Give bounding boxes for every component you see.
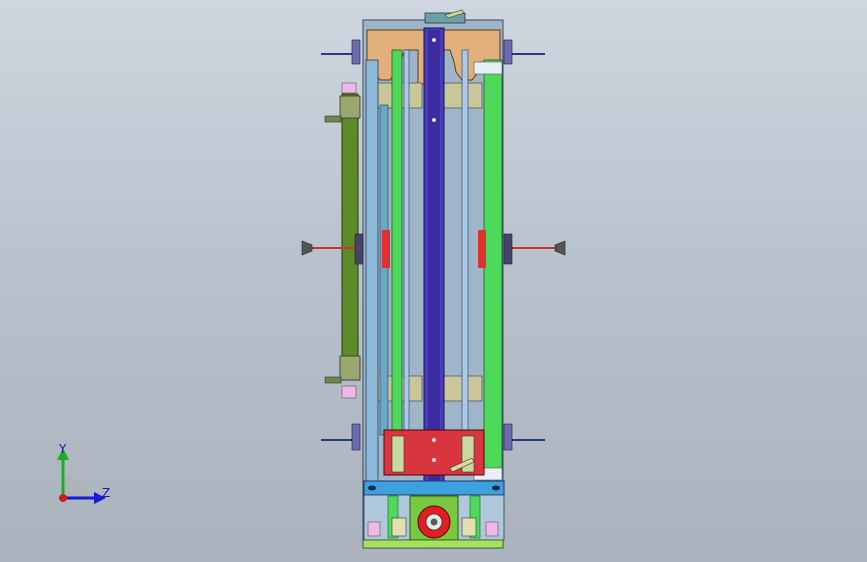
base-foot-right	[485, 521, 499, 537]
cad-viewport[interactable]: Y Z	[0, 0, 867, 562]
triad-z-label: Z	[102, 486, 111, 500]
bolt-bottom-right-knob	[503, 423, 513, 451]
base-foot-left	[367, 521, 381, 537]
bolt-top-left-knob	[351, 39, 361, 65]
base-crossbar-hole-left	[368, 485, 376, 491]
triad-xz-arc	[63, 474, 88, 498]
guide-rod-5	[379, 104, 389, 436]
base-crossbar-hole-right	[492, 485, 500, 491]
olive-arm-tab-bottom	[324, 376, 342, 384]
column-hole-4	[432, 458, 436, 462]
bolt-top-right-knob	[503, 39, 513, 65]
lower-red-housing-slot-left	[391, 435, 405, 473]
bottom-base-strip	[362, 539, 504, 549]
triad-x-origin	[59, 494, 67, 502]
bolt-mid-left-handle	[301, 240, 313, 256]
top-right-bracket	[473, 61, 503, 75]
guide-rod-2	[403, 49, 410, 471]
guide-rod-3	[461, 49, 469, 471]
bolt-mid-right-knob	[503, 233, 513, 265]
triad-y-label: Y	[59, 442, 67, 456]
olive-arm-top-block	[339, 95, 361, 119]
bolt-bottom-left-knob	[351, 423, 361, 451]
pulley-hub	[430, 518, 438, 526]
base-crossbar	[363, 480, 505, 496]
bolt-mid-left-knob	[354, 233, 364, 265]
left-rail	[365, 59, 379, 486]
guide-rod-1	[391, 49, 403, 471]
bolt-mid-right-handle	[554, 240, 566, 256]
left-red-pad	[382, 230, 390, 268]
olive-arm-bottom-block	[339, 355, 361, 381]
column-hole-3	[432, 438, 436, 442]
column-hole-2	[432, 118, 436, 122]
assembly-model[interactable]	[0, 0, 867, 562]
axis-triad	[57, 448, 106, 504]
right-red-pad	[478, 230, 486, 268]
base-bearing-right	[461, 517, 477, 537]
base-bearing-left	[391, 517, 407, 537]
guide-rod-4	[483, 59, 503, 471]
pink-block-top	[341, 82, 357, 94]
pink-block-bottom	[341, 385, 357, 399]
column-hole-1	[432, 38, 436, 42]
olive-arm-tab-top	[324, 115, 342, 123]
